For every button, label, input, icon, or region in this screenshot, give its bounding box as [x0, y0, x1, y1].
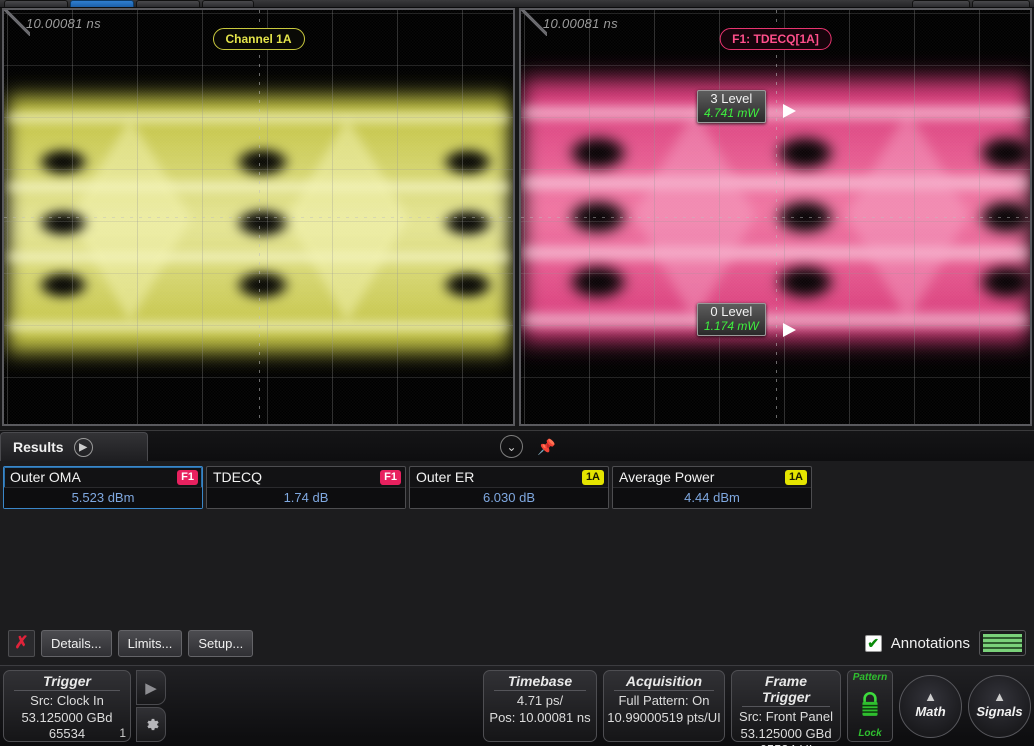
- acquisition-status-group[interactable]: Acquisition Full Pattern: On 10.99000519…: [603, 670, 725, 742]
- frame-trigger-status-group[interactable]: Frame Trigger Src: Front Panel 53.125000…: [731, 670, 841, 746]
- annotation-value: 4.741 mW: [704, 105, 759, 120]
- oscilloscope-app: 10.00081 ns Channel 1A 10.00081 ns F1: T…: [0, 0, 1034, 746]
- frame-trigger-rate: 53.125000 GBd: [740, 725, 832, 741]
- padlock-icon-svg: [862, 691, 878, 716]
- settings-gear-button[interactable]: [136, 707, 166, 742]
- measurement-label: Average Power: [619, 469, 715, 485]
- function-badge-tdecq[interactable]: F1: TDECQ[1A]: [719, 28, 832, 50]
- acquisition-points-per-ui: 10.99000519 pts/UI: [607, 709, 721, 725]
- chevron-up-icon: ▲: [993, 689, 1006, 704]
- measurement-card-tdecq[interactable]: TDECQ F1 1.74 dB: [206, 466, 406, 509]
- annotation-title: 3 Level: [710, 91, 753, 106]
- source-badge: F1: [380, 469, 401, 485]
- delete-measurement-button[interactable]: ✗: [8, 629, 35, 657]
- annotations-checkbox[interactable]: ✔: [864, 634, 882, 652]
- annotation-title: 0 Level: [710, 304, 753, 319]
- signals-button[interactable]: ▲ Signals: [968, 674, 1031, 738]
- measurement-card-outer-oma[interactable]: Outer OMA F1 5.523 dBm: [3, 466, 203, 509]
- pattern-lock-indicator[interactable]: Pattern Lock: [847, 670, 893, 742]
- acquisition-title: Acquisition: [614, 673, 714, 691]
- math-button-label: Math: [915, 704, 946, 719]
- tab-results[interactable]: Results ▶: [0, 432, 148, 461]
- measurement-value: 5.523 dBm: [4, 487, 202, 508]
- top-tab-right-2[interactable]: [972, 0, 1030, 7]
- measurement-label: Outer ER: [416, 469, 475, 485]
- measurement-value: 6.030 dB: [410, 487, 608, 508]
- top-tab-strip: [0, 0, 1034, 8]
- source-badge: 1A: [581, 469, 604, 485]
- results-panel: Results ▶ ⌄ 📌 Outer OMA F1 5.523 dBm TDE…: [0, 430, 1034, 665]
- pattern-lock-top-label: Pattern: [852, 672, 888, 683]
- status-bar: Trigger Src: Clock In 53.125000 GBd 6553…: [0, 665, 1034, 746]
- trigger-title: Trigger: [14, 673, 120, 691]
- top-tab-3[interactable]: [136, 0, 200, 7]
- run-button[interactable]: ▶: [136, 670, 166, 705]
- color-grade-icon[interactable]: [979, 630, 1026, 656]
- frame-trigger-title: Frame Trigger: [742, 673, 830, 707]
- eye-diagram-yellow: [4, 10, 513, 424]
- top-tab-1[interactable]: [4, 0, 68, 7]
- trigger-source: Src: Clock In: [30, 693, 104, 708]
- pin-icon[interactable]: 📌: [537, 438, 556, 456]
- results-tab-bar: Results ▶ ⌄ 📌: [0, 431, 1034, 461]
- limits-button[interactable]: Limits...: [117, 629, 183, 657]
- trigger-rate: 53.125000 GBd: [21, 709, 113, 725]
- annotation-zero-level[interactable]: 0 Level 1.174 mW: [697, 303, 766, 336]
- signals-button-label: Signals: [976, 704, 1023, 719]
- play-icon[interactable]: ▶: [73, 437, 93, 457]
- measurement-label: Outer OMA: [10, 469, 81, 485]
- frame-trigger-source: Src: Front Panel: [739, 709, 833, 724]
- timebase-position: Pos: 10.00081 ns: [489, 709, 591, 725]
- acquisition-full-pattern: Full Pattern: On: [618, 693, 710, 708]
- details-button[interactable]: Details...: [41, 629, 112, 657]
- timebase-scale: 4.71 ps/: [516, 693, 564, 708]
- tab-results-label: Results: [13, 439, 64, 455]
- setup-button[interactable]: Setup...: [188, 629, 254, 657]
- source-badge: 1A: [784, 469, 807, 485]
- chevron-double-down-icon[interactable]: ⌄: [500, 435, 523, 458]
- trigger-pattern-length: 65534: [48, 726, 86, 742]
- measurement-cards: Outer OMA F1 5.523 dBm TDECQ F1 1.74 dB …: [0, 461, 1034, 509]
- scope-panels: 10.00081 ns Channel 1A 10.00081 ns F1: T…: [0, 8, 1034, 430]
- top-tab-2[interactable]: [70, 0, 134, 7]
- annotations-label: Annotations: [890, 634, 970, 652]
- eye-diagram-pink: [521, 10, 1030, 424]
- math-button[interactable]: ▲ Math: [899, 674, 962, 738]
- scope-panel-tdecq-f1[interactable]: 10.00081 ns F1: TDECQ[1A] 3 Level 4.741 …: [519, 8, 1032, 426]
- pattern-lock-bottom-label: Lock: [858, 728, 882, 739]
- top-tab-4[interactable]: [202, 0, 254, 7]
- panel-time-label: 10.00081 ns: [26, 16, 101, 31]
- timebase-status-group[interactable]: Timebase 4.71 ps/ Pos: 10.00081 ns: [483, 670, 597, 742]
- timebase-title: Timebase: [494, 673, 586, 691]
- three-level-marker-icon: [783, 104, 796, 118]
- measurement-value: 4.44 dBm: [613, 487, 811, 508]
- trigger-side-buttons: ▶: [136, 670, 166, 742]
- annotation-value: 1.174 mW: [704, 318, 759, 333]
- gear-icon: [146, 718, 159, 731]
- scope-panel-channel-1a[interactable]: 10.00081 ns Channel 1A: [2, 8, 515, 426]
- trigger-status-group[interactable]: Trigger Src: Clock In 53.125000 GBd 6553…: [3, 670, 131, 742]
- zero-level-marker-icon: [783, 323, 796, 337]
- measurement-card-average-power[interactable]: Average Power 1A 4.44 dBm: [612, 466, 812, 509]
- source-badge: F1: [177, 469, 198, 485]
- channel-badge-1a[interactable]: Channel 1A: [212, 28, 305, 50]
- padlock-icon: [857, 690, 883, 722]
- results-footer: ✗ Details... Limits... Setup... ✔ Annota…: [0, 621, 1034, 665]
- measurement-label: TDECQ: [213, 469, 262, 485]
- annotation-three-level[interactable]: 3 Level 4.741 mW: [697, 90, 766, 123]
- measurement-card-outer-er[interactable]: Outer ER 1A 6.030 dB: [409, 466, 609, 509]
- frame-trigger-length: 65534 UI: [760, 742, 813, 746]
- trigger-index-badge: 1: [97, 720, 130, 742]
- panel-time-label: 10.00081 ns: [543, 16, 618, 31]
- measurement-value: 1.74 dB: [207, 487, 405, 508]
- top-tab-right-1[interactable]: [912, 0, 970, 7]
- chevron-up-icon: ▲: [924, 689, 937, 704]
